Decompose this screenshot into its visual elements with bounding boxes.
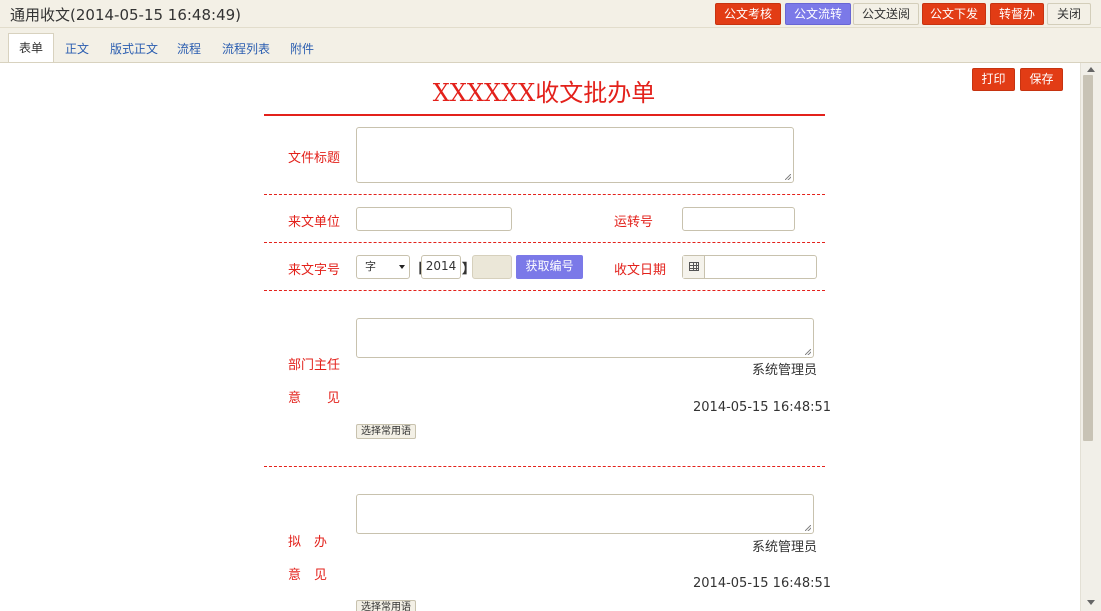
receive-date-label: 收文日期 xyxy=(614,263,667,278)
row-divider xyxy=(264,466,825,467)
save-button[interactable]: 保存 xyxy=(1020,68,1063,91)
proposed-opinion-label: 拟 办 xyxy=(288,535,328,550)
opinion-timestamp: 2014-05-15 16:48:51 xyxy=(693,400,832,415)
scrollbar-thumb[interactable] xyxy=(1083,75,1093,441)
chevron-down-icon xyxy=(399,265,405,269)
calendar-icon[interactable] xyxy=(683,256,705,278)
dept-director-opinion-label: 部门主任 xyxy=(288,358,341,373)
doc-ref-prefix-select[interactable]: 字 xyxy=(356,255,410,279)
tab-attachments[interactable]: 附件 xyxy=(280,37,324,63)
scroll-up-icon[interactable] xyxy=(1087,67,1095,72)
row-divider xyxy=(264,290,825,291)
review-button[interactable]: 公文考核 xyxy=(715,3,781,25)
doc-ref-year-input[interactable]: 2014 xyxy=(421,255,461,279)
tab-body[interactable]: 正文 xyxy=(55,37,99,63)
common-phrase-button[interactable]: 选择常用语 xyxy=(356,600,416,611)
common-phrase-button[interactable]: 选择常用语 xyxy=(356,424,416,439)
proposed-opinion-textarea[interactable] xyxy=(356,494,814,534)
dept-director-opinion-label-2: 意 见 xyxy=(288,391,341,406)
scroll-down-icon[interactable] xyxy=(1087,600,1095,605)
send-read-button[interactable]: 公文送阅 xyxy=(853,3,919,25)
fetch-number-button[interactable]: 获取编号 xyxy=(516,255,583,279)
transfer-no-input[interactable] xyxy=(682,207,795,231)
print-button[interactable]: 打印 xyxy=(972,68,1015,91)
tab-flow-list[interactable]: 流程列表 xyxy=(212,37,280,63)
resize-grip-icon[interactable] xyxy=(785,174,791,180)
circulate-button[interactable]: 公文流转 xyxy=(785,3,851,25)
doc-ref-label: 来文字号 xyxy=(288,263,341,278)
source-unit-input[interactable] xyxy=(356,207,512,231)
proposed-opinion-label-2: 意 见 xyxy=(288,568,328,583)
tab-flow[interactable]: 流程 xyxy=(167,37,211,63)
close-button[interactable]: 关闭 xyxy=(1047,3,1091,25)
opinion-user: 系统管理员 xyxy=(752,363,818,378)
doc-ref-number-input[interactable] xyxy=(472,255,512,279)
doc-title-textarea[interactable] xyxy=(356,127,794,183)
form-title: XXXXXX收文批办单 xyxy=(432,79,656,107)
tab-bar: 表单 正文 版式正文 流程 流程列表 附件 xyxy=(0,29,1101,63)
doc-ref-prefix-value: 字 xyxy=(365,260,376,273)
opinion-user: 系统管理员 xyxy=(752,540,818,555)
source-unit-label: 来文单位 xyxy=(288,215,341,230)
resize-grip-icon[interactable] xyxy=(805,349,811,355)
tab-form[interactable]: 表单 xyxy=(8,33,55,63)
receive-date-input[interactable] xyxy=(682,255,817,279)
opinion-timestamp: 2014-05-15 16:48:51 xyxy=(693,576,832,591)
window-title: 通用收文(2014-05-15 16:48:49) xyxy=(10,6,242,24)
dept-director-opinion-textarea[interactable] xyxy=(356,318,814,358)
window-titlebar: 通用收文(2014-05-15 16:48:49) 公文考核 公文流转 公文送阅… xyxy=(0,0,1101,28)
tab-layout-body[interactable]: 版式正文 xyxy=(100,37,168,63)
row-divider xyxy=(264,242,825,243)
vertical-scrollbar[interactable] xyxy=(1080,63,1101,611)
row-divider xyxy=(264,194,825,195)
title-divider xyxy=(264,114,825,116)
form-panel: 打印 保存 XXXXXX收文批办单 文件标题 来文单位 运转号 来文字号 字 【… xyxy=(0,63,1080,611)
doc-title-label: 文件标题 xyxy=(288,151,341,166)
issue-button[interactable]: 公文下发 xyxy=(922,3,986,25)
resize-grip-icon[interactable] xyxy=(805,525,811,531)
supervise-button[interactable]: 转督办 xyxy=(990,3,1044,25)
transfer-no-label: 运转号 xyxy=(614,215,654,230)
